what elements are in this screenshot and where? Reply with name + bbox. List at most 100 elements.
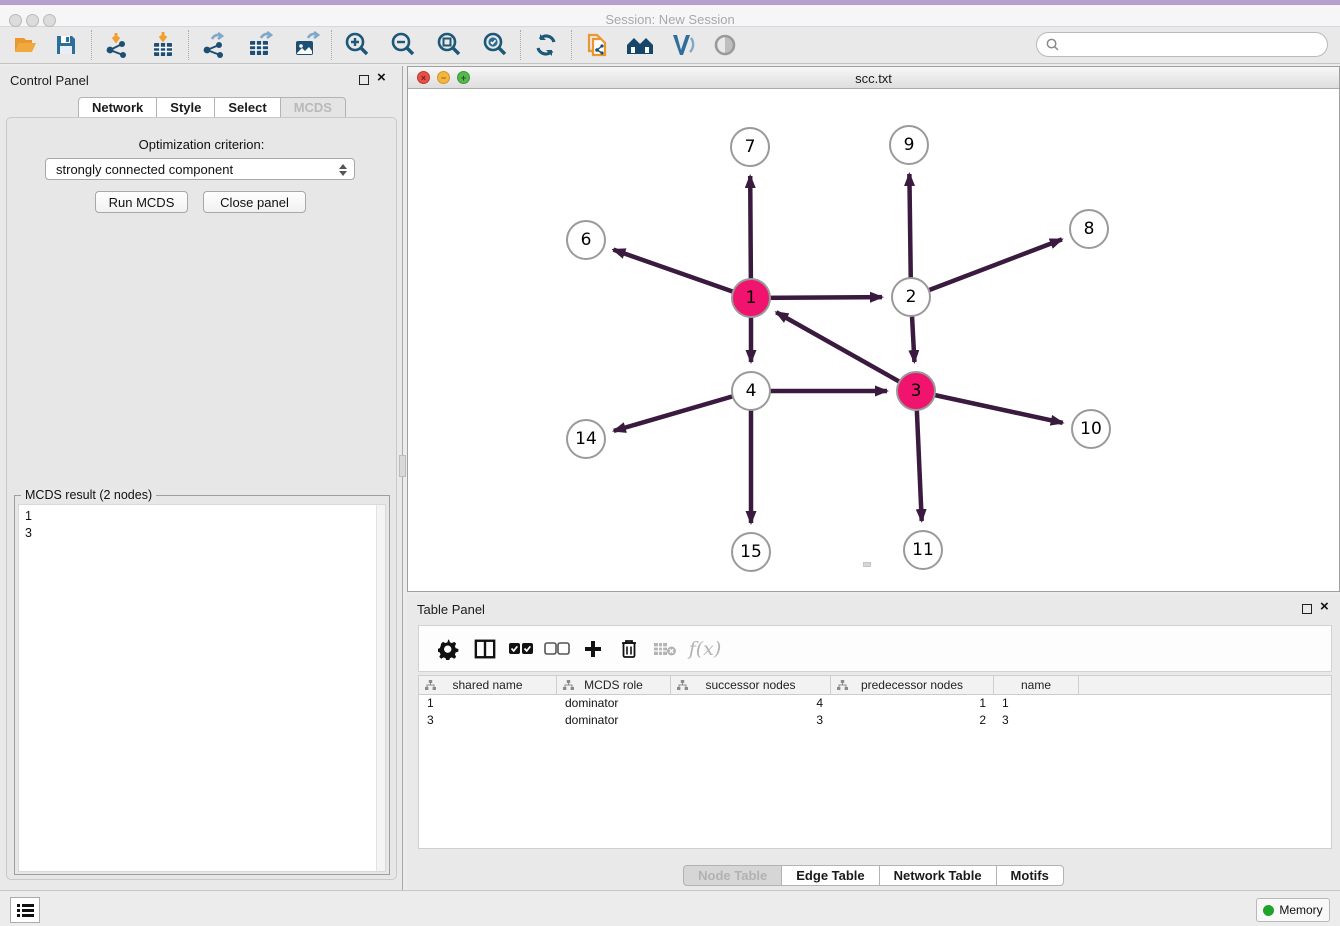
table-body: 1dominator4113dominator323 xyxy=(419,695,1331,729)
column-header-successor-nodes[interactable]: successor nodes xyxy=(671,676,831,694)
control-panel-title: Control Panel xyxy=(10,73,89,88)
criterion-dropdown-value: strongly connected component xyxy=(56,162,233,177)
canvas-resize-grip[interactable] xyxy=(863,562,871,567)
graph-node-11[interactable]: 11 xyxy=(903,530,943,570)
table-cell[interactable]: 3 xyxy=(419,712,557,729)
status-bar: Memory xyxy=(0,890,1340,926)
tab-motifs[interactable]: Motifs xyxy=(996,865,1064,886)
export-network-icon[interactable] xyxy=(198,29,230,61)
network-titlebar[interactable]: × − + scc.txt xyxy=(408,67,1339,89)
search-input[interactable] xyxy=(1060,38,1310,52)
edge-1-6[interactable] xyxy=(613,250,751,298)
open-file-icon[interactable] xyxy=(10,29,42,61)
network-canvas[interactable]: 7 9 6 8 1 2 4 3 14 10 15 11 xyxy=(408,89,1339,591)
tab-mcds[interactable]: MCDS xyxy=(280,97,346,118)
table-cell[interactable]: 3 xyxy=(994,712,1079,729)
edge-4-14[interactable] xyxy=(614,391,751,431)
memory-button[interactable]: Memory xyxy=(1256,898,1330,922)
graph-node-14[interactable]: 14 xyxy=(566,419,606,459)
list-icon xyxy=(17,903,34,918)
edge-2-8[interactable] xyxy=(911,239,1062,297)
tab-network-table[interactable]: Network Table xyxy=(879,865,996,886)
close-panel-icon[interactable]: × xyxy=(377,70,386,86)
table-close-icon[interactable]: × xyxy=(1320,599,1329,615)
column-header-shared-name[interactable]: shared name xyxy=(419,676,557,694)
table-panel: Table Panel × f(x) shared nameMCDS roles… xyxy=(407,595,1340,890)
export-image-icon[interactable] xyxy=(290,29,322,61)
table-cell[interactable]: 1 xyxy=(831,695,994,712)
optimization-criterion-label: Optimization criterion: xyxy=(0,137,403,152)
edge-3-10[interactable] xyxy=(916,391,1063,423)
edge-3-1[interactable] xyxy=(776,312,916,391)
table-cell[interactable]: 2 xyxy=(831,712,994,729)
tab-style[interactable]: Style xyxy=(156,97,214,118)
refresh-layout-icon[interactable] xyxy=(530,29,562,61)
table-cell[interactable]: dominator xyxy=(557,712,671,729)
table-float-icon[interactable] xyxy=(1302,604,1312,614)
zoom-out-icon[interactable] xyxy=(387,29,419,61)
import-network-icon[interactable] xyxy=(101,29,133,61)
select-all-icon[interactable] xyxy=(503,634,539,664)
import-table-icon[interactable] xyxy=(147,29,179,61)
toolbar-separator xyxy=(188,30,189,60)
graph-node-10[interactable]: 10 xyxy=(1071,409,1111,449)
show-hide-graphics-icon[interactable] xyxy=(709,29,741,61)
table-header-row: shared nameMCDS rolesuccessor nodesprede… xyxy=(419,676,1331,695)
tab-select[interactable]: Select xyxy=(214,97,279,118)
close-panel-button[interactable]: Close panel xyxy=(203,191,306,213)
column-header-name[interactable]: name xyxy=(994,676,1079,694)
table-row[interactable]: 1dominator411 xyxy=(419,695,1331,712)
table-cell[interactable]: dominator xyxy=(557,695,671,712)
memory-status-icon xyxy=(1263,905,1274,916)
zoom-fit-icon[interactable] xyxy=(433,29,465,61)
panel-divider-handle[interactable] xyxy=(399,455,406,477)
graph-node-7[interactable]: 7 xyxy=(730,127,770,167)
graph-node-1[interactable]: 1 xyxy=(731,278,771,318)
graph-node-4[interactable]: 4 xyxy=(731,371,771,411)
table-panel-title: Table Panel xyxy=(417,602,485,617)
vizmapper-icon[interactable] xyxy=(667,29,699,61)
zoom-selected-icon[interactable] xyxy=(479,29,511,61)
save-session-icon[interactable] xyxy=(50,29,82,61)
task-history-button[interactable] xyxy=(10,897,40,923)
criterion-dropdown[interactable]: strongly connected component xyxy=(45,158,355,180)
table-cell[interactable]: 1 xyxy=(419,695,557,712)
column-header-predecessor-nodes[interactable]: predecessor nodes xyxy=(831,676,994,694)
add-column-icon[interactable] xyxy=(575,634,611,664)
search-field[interactable] xyxy=(1036,32,1328,57)
run-mcds-button[interactable]: Run MCDS xyxy=(95,191,188,213)
table-tabbar: Node TableEdge TableNetwork TableMotifs xyxy=(407,865,1340,886)
tab-network[interactable]: Network xyxy=(78,97,156,118)
delete-column-icon[interactable] xyxy=(611,634,647,664)
toolbar-separator xyxy=(91,30,92,60)
table-cell[interactable]: 1 xyxy=(994,695,1079,712)
clone-network-icon[interactable] xyxy=(581,29,613,61)
mcds-result-title: MCDS result (2 nodes) xyxy=(21,488,156,502)
table-cell[interactable]: 4 xyxy=(671,695,831,712)
deselect-all-icon[interactable] xyxy=(539,634,575,664)
export-table-icon[interactable] xyxy=(244,29,276,61)
column-pane-icon[interactable] xyxy=(467,634,503,664)
float-panel-icon[interactable] xyxy=(359,75,369,85)
network-title: scc.txt xyxy=(408,71,1339,86)
table-settings-gear-icon[interactable] xyxy=(431,634,467,664)
zoom-in-icon[interactable] xyxy=(341,29,373,61)
graph-node-6[interactable]: 6 xyxy=(566,220,606,260)
result-scrollbar[interactable] xyxy=(376,505,385,871)
graph-node-2[interactable]: 2 xyxy=(891,277,931,317)
toolbar-separator xyxy=(520,30,521,60)
graph-node-9[interactable]: 9 xyxy=(889,125,929,165)
graph-node-3[interactable]: 3 xyxy=(896,371,936,411)
graph-node-15[interactable]: 15 xyxy=(731,532,771,572)
tab-node-table[interactable]: Node Table xyxy=(683,865,781,886)
table-cell[interactable]: 3 xyxy=(671,712,831,729)
toolbar-separator xyxy=(571,30,572,60)
column-header-MCDS-role[interactable]: MCDS role xyxy=(557,676,671,694)
memory-label: Memory xyxy=(1279,903,1322,917)
tab-edge-table[interactable]: Edge Table xyxy=(781,865,878,886)
table-row[interactable]: 3dominator323 xyxy=(419,712,1331,729)
first-neighbors-icon[interactable] xyxy=(625,29,657,61)
mcds-result-textarea[interactable]: 1 3 xyxy=(18,504,386,872)
window-title: Session: New Session xyxy=(0,12,1340,27)
graph-node-8[interactable]: 8 xyxy=(1069,209,1109,249)
